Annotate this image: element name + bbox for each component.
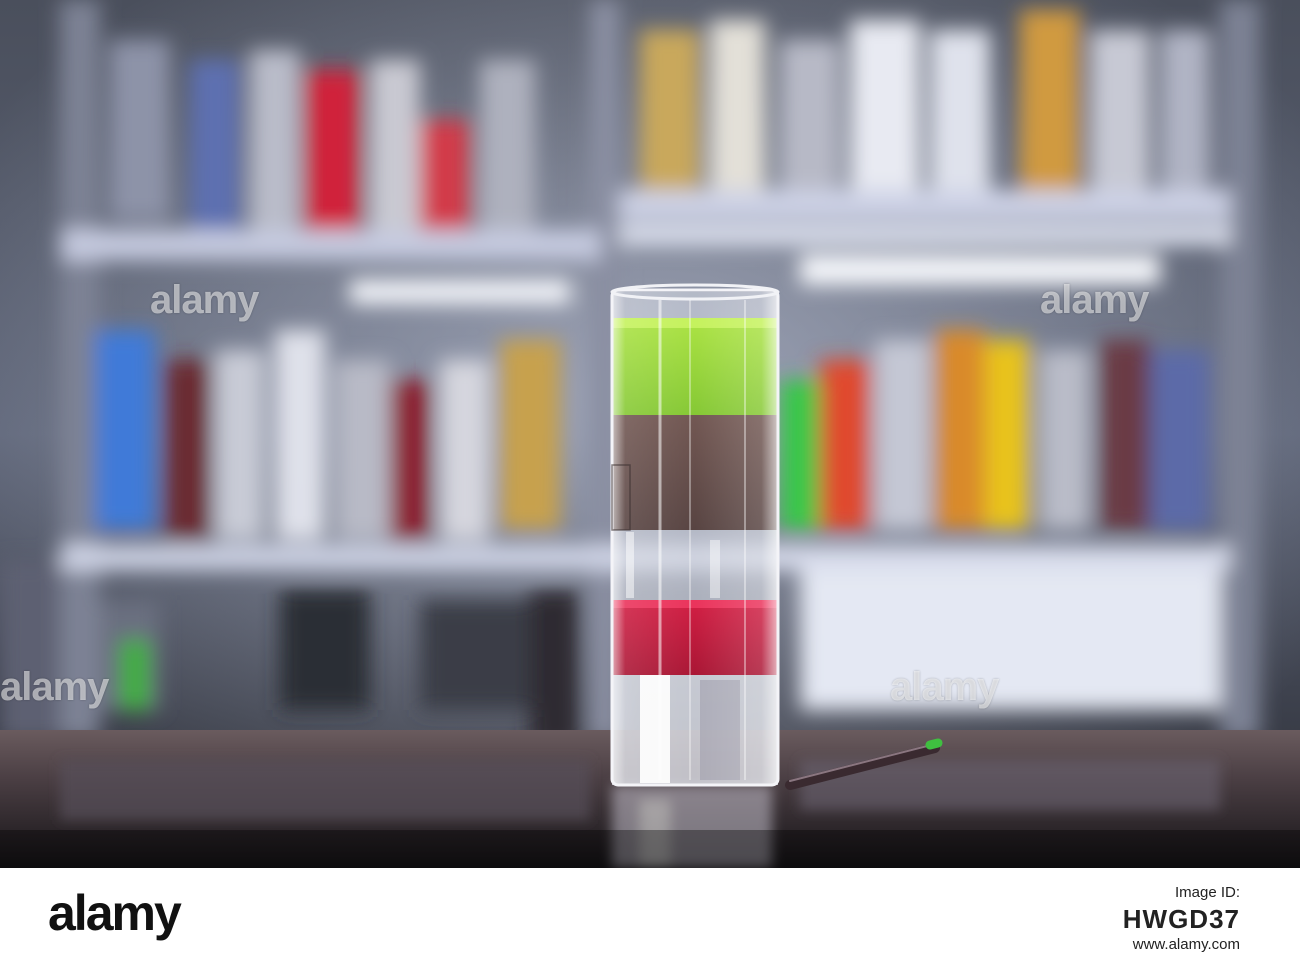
alamy-logo: alamy [48, 885, 182, 941]
image-meta: Image ID: HWGD37 www.alamy.com [1123, 882, 1240, 956]
footer-bar: alamy Image ID: HWGD37 www.alamy.com [0, 868, 1300, 956]
image-id-label: Image ID: [1174, 884, 1240, 901]
bar-scene [0, 0, 1300, 868]
photo: alamy alamy alamy alamy [0, 0, 1300, 868]
site-url: www.alamy.com [1132, 936, 1240, 953]
shot-glass [610, 283, 780, 787]
image-id: HWGD37 [1122, 904, 1240, 934]
